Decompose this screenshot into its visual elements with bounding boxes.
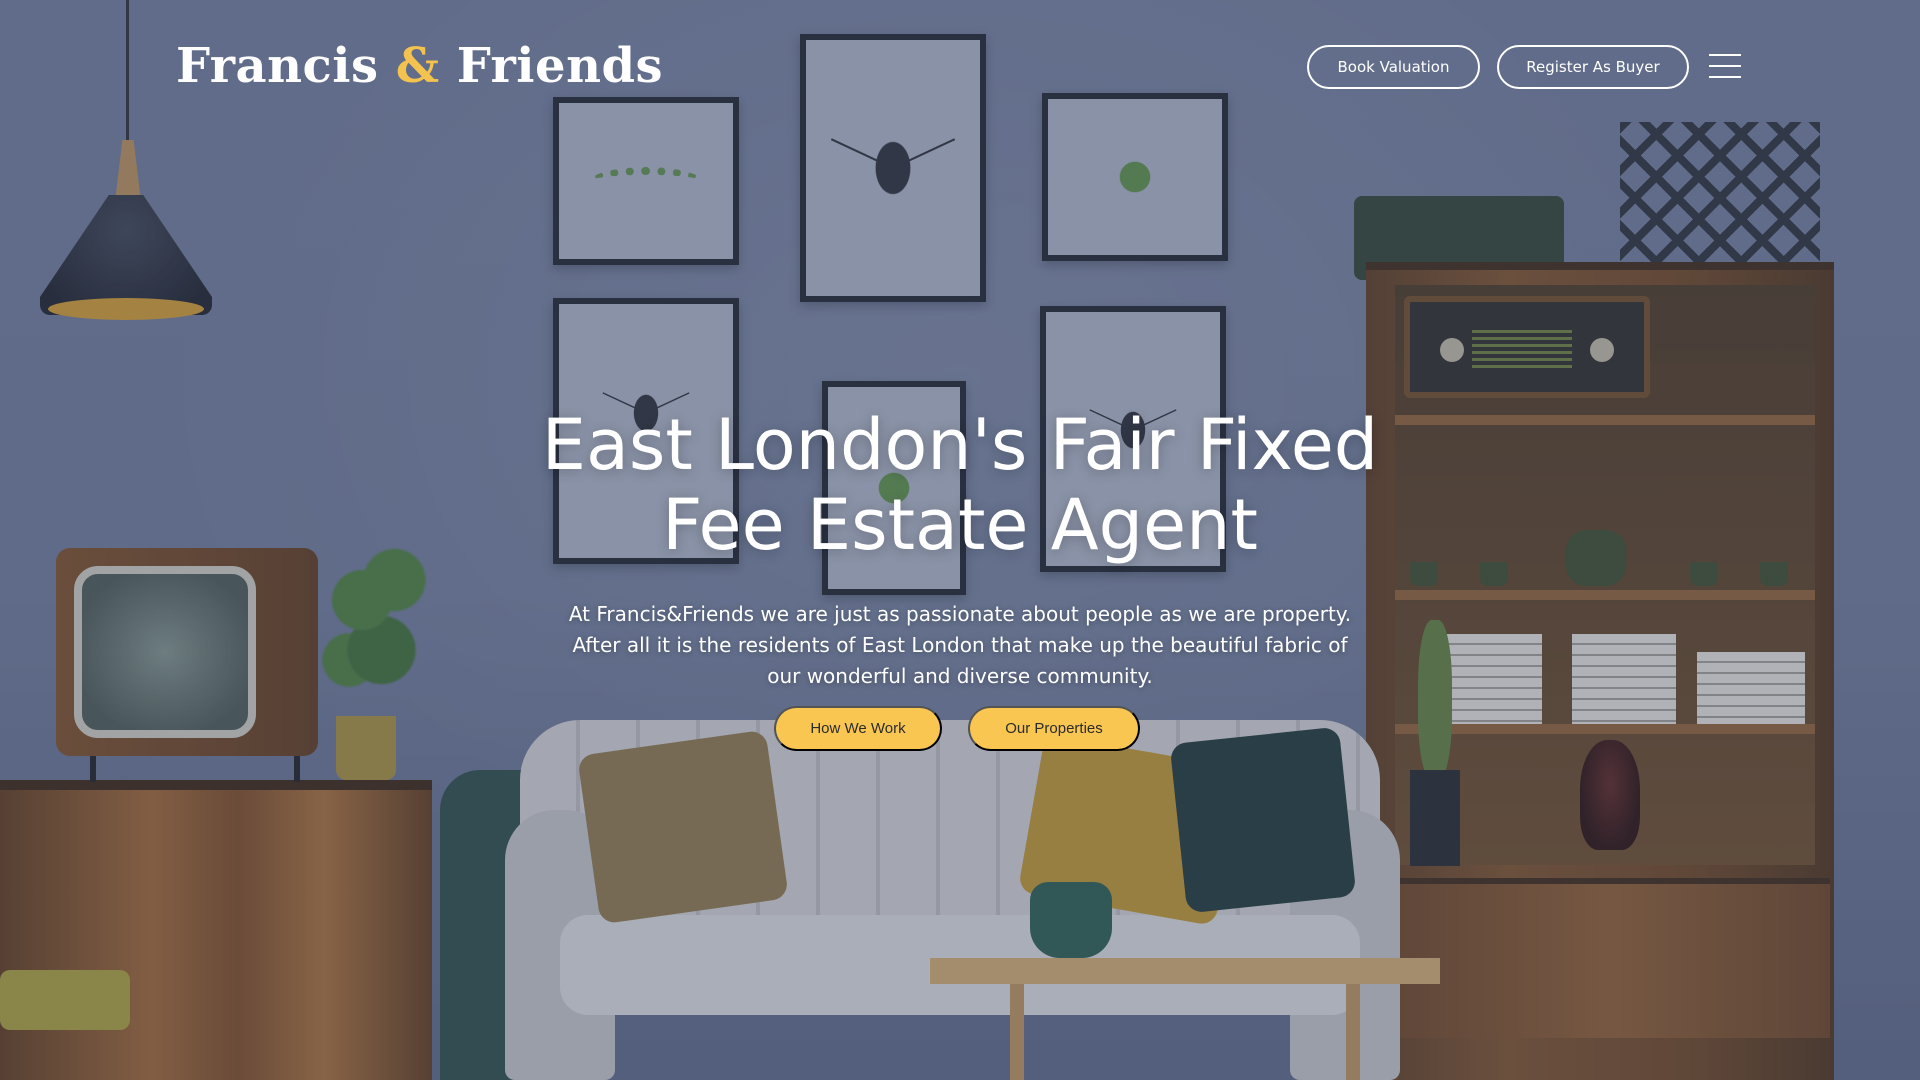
our-properties-button[interactable]: Our Properties (968, 706, 1140, 751)
hero-title: East London's Fair Fixed Fee Estate Agen… (460, 405, 1460, 565)
hero-cta-group: How We Work Our Properties (0, 706, 1920, 751)
hero-description: At Francis&Friends we are just as passio… (568, 602, 1352, 688)
logo-ampersand: & (395, 38, 440, 94)
hero-title-line-1: East London's Fair Fixed (541, 404, 1379, 486)
register-as-buyer-button[interactable]: Register As Buyer (1497, 45, 1689, 89)
logo-text-friends: Friends (439, 38, 664, 94)
book-valuation-button[interactable]: Book Valuation (1307, 45, 1480, 89)
hero-section: East London's Fair Fixed Fee Estate Agen… (460, 405, 1460, 692)
site-logo[interactable]: Francis & Friends (176, 38, 663, 94)
hero-title-line-2: Fee Estate Agent (662, 484, 1258, 566)
how-we-work-button[interactable]: How We Work (774, 706, 942, 751)
hamburger-line (1709, 76, 1741, 78)
hamburger-line (1709, 65, 1741, 67)
logo-text-francis: Francis (176, 38, 396, 94)
hamburger-line (1709, 54, 1741, 56)
hamburger-menu-icon[interactable] (1709, 54, 1741, 78)
site-header: Francis & Friends Book Valuation Registe… (0, 0, 1920, 134)
